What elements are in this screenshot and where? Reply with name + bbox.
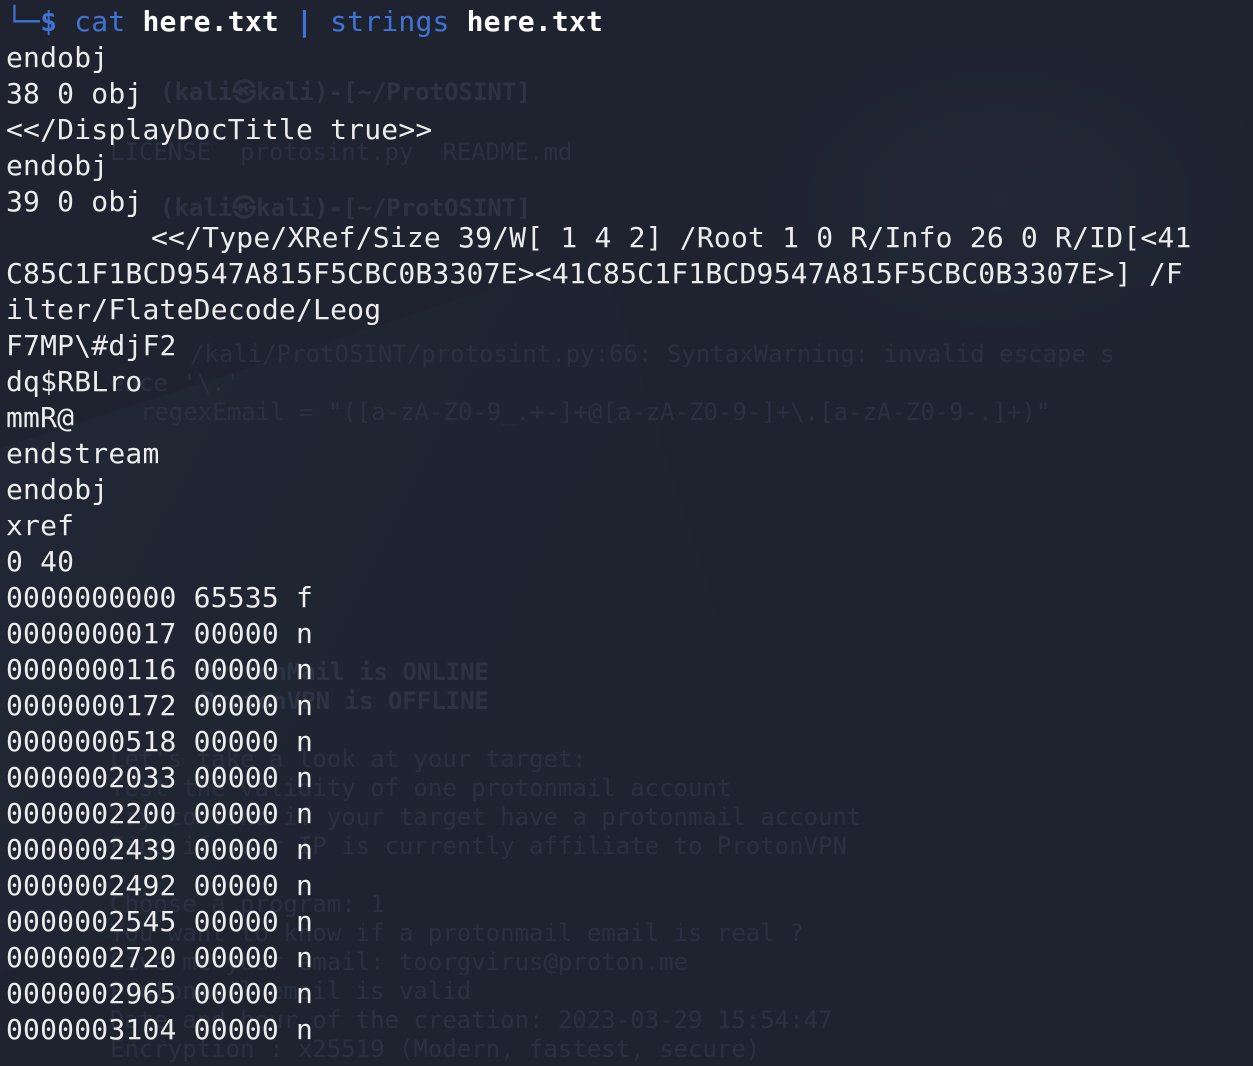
output-line: endobj (6, 41, 109, 74)
prompt-symbol: $ (40, 5, 58, 38)
output-line: endstream (6, 437, 160, 470)
terminal-window[interactable]: (kali㉿kali)-[~/ProtOSINT] LICENSE protos… (0, 0, 1253, 1066)
output-line: ilter/FlateDecode/Leog (6, 293, 382, 326)
command-strings: strings (330, 5, 450, 38)
prompt-corner: └─ (6, 5, 41, 38)
command-cat: cat (74, 5, 126, 38)
output-line: C85C1F1BCD9547A815F5CBC0B3307E><41C85C1F… (6, 257, 1183, 290)
output-line: F7MP\#djF2 (6, 329, 177, 362)
output-line: 0000000017 00000 n (6, 617, 314, 650)
output-line: 0000002439 00000 n (6, 833, 314, 866)
command-arg: here.txt (142, 5, 279, 38)
output-line: dq$RBLro (6, 365, 143, 398)
output-line: 39 0 obj (6, 185, 143, 218)
output-line: 0000002200 00000 n (6, 797, 314, 830)
output-line: 0000002720 00000 n (6, 941, 314, 974)
output-line: 38 0 obj (6, 77, 143, 110)
output-line: 0000002033 00000 n (6, 761, 314, 794)
output-line: mmR@ (6, 401, 75, 434)
output-line: 0000000172 00000 n (6, 689, 314, 722)
output-line: 0000003104 00000 n (6, 1013, 314, 1046)
output-line: 0000000000 65535 f (6, 581, 314, 614)
output-line: 0000000116 00000 n (6, 653, 314, 686)
output-line: <</DisplayDocTitle true>> (6, 113, 433, 146)
output-line: <</Type/XRef/Size 39/W[ 1 4 2] /Root 1 0… (151, 221, 1192, 254)
output-line: 0000000518 00000 n (6, 725, 314, 758)
command-prompt: └─$ cat here.txt | strings here.txt (6, 4, 1192, 40)
output-line: endobj (6, 473, 109, 506)
pipe-symbol: | (296, 5, 314, 38)
command-arg: here.txt (466, 5, 604, 38)
output-line: xref (6, 509, 75, 542)
terminal-output[interactable]: └─$ cat here.txt | strings here.txt endo… (6, 4, 1192, 1048)
output-line: 0000002545 00000 n (6, 905, 314, 938)
output-line: 0000002965 00000 n (6, 977, 314, 1010)
output-line: 0000002492 00000 n (6, 869, 314, 902)
output-line: 0 40 (6, 545, 75, 578)
output-line: endobj (6, 149, 109, 182)
